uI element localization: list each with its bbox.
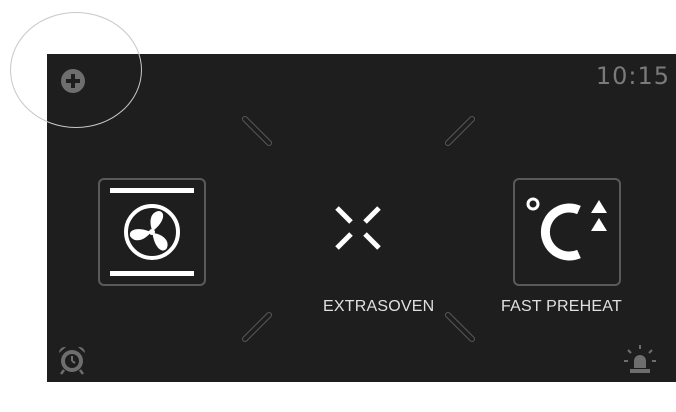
- decor-dash: [443, 114, 477, 148]
- fast-preheat-label: FAST PREHEAT: [501, 298, 622, 315]
- alarm-clock-icon[interactable]: [56, 344, 88, 376]
- function-extrasoven-button[interactable]: [317, 196, 417, 266]
- function-fast-preheat-button[interactable]: [513, 178, 621, 286]
- plus-circle-icon[interactable]: [59, 67, 87, 95]
- decor-dash: [240, 114, 274, 148]
- function-fan-button[interactable]: [98, 178, 206, 286]
- fast-preheat-icon: [526, 197, 607, 261]
- extrasoven-label: EXTRASOVEN: [323, 298, 435, 315]
- decor-dash: [443, 310, 477, 344]
- fan-icon: [110, 188, 194, 276]
- clock-display: 10:15: [595, 62, 670, 90]
- decor-dash: [240, 310, 274, 344]
- oven-display-screen: 10:15 EXTRASOVEN FAST PREHEAT: [47, 54, 676, 382]
- oven-light-icon[interactable]: [623, 344, 657, 378]
- extrasoven-icon: [335, 206, 381, 250]
